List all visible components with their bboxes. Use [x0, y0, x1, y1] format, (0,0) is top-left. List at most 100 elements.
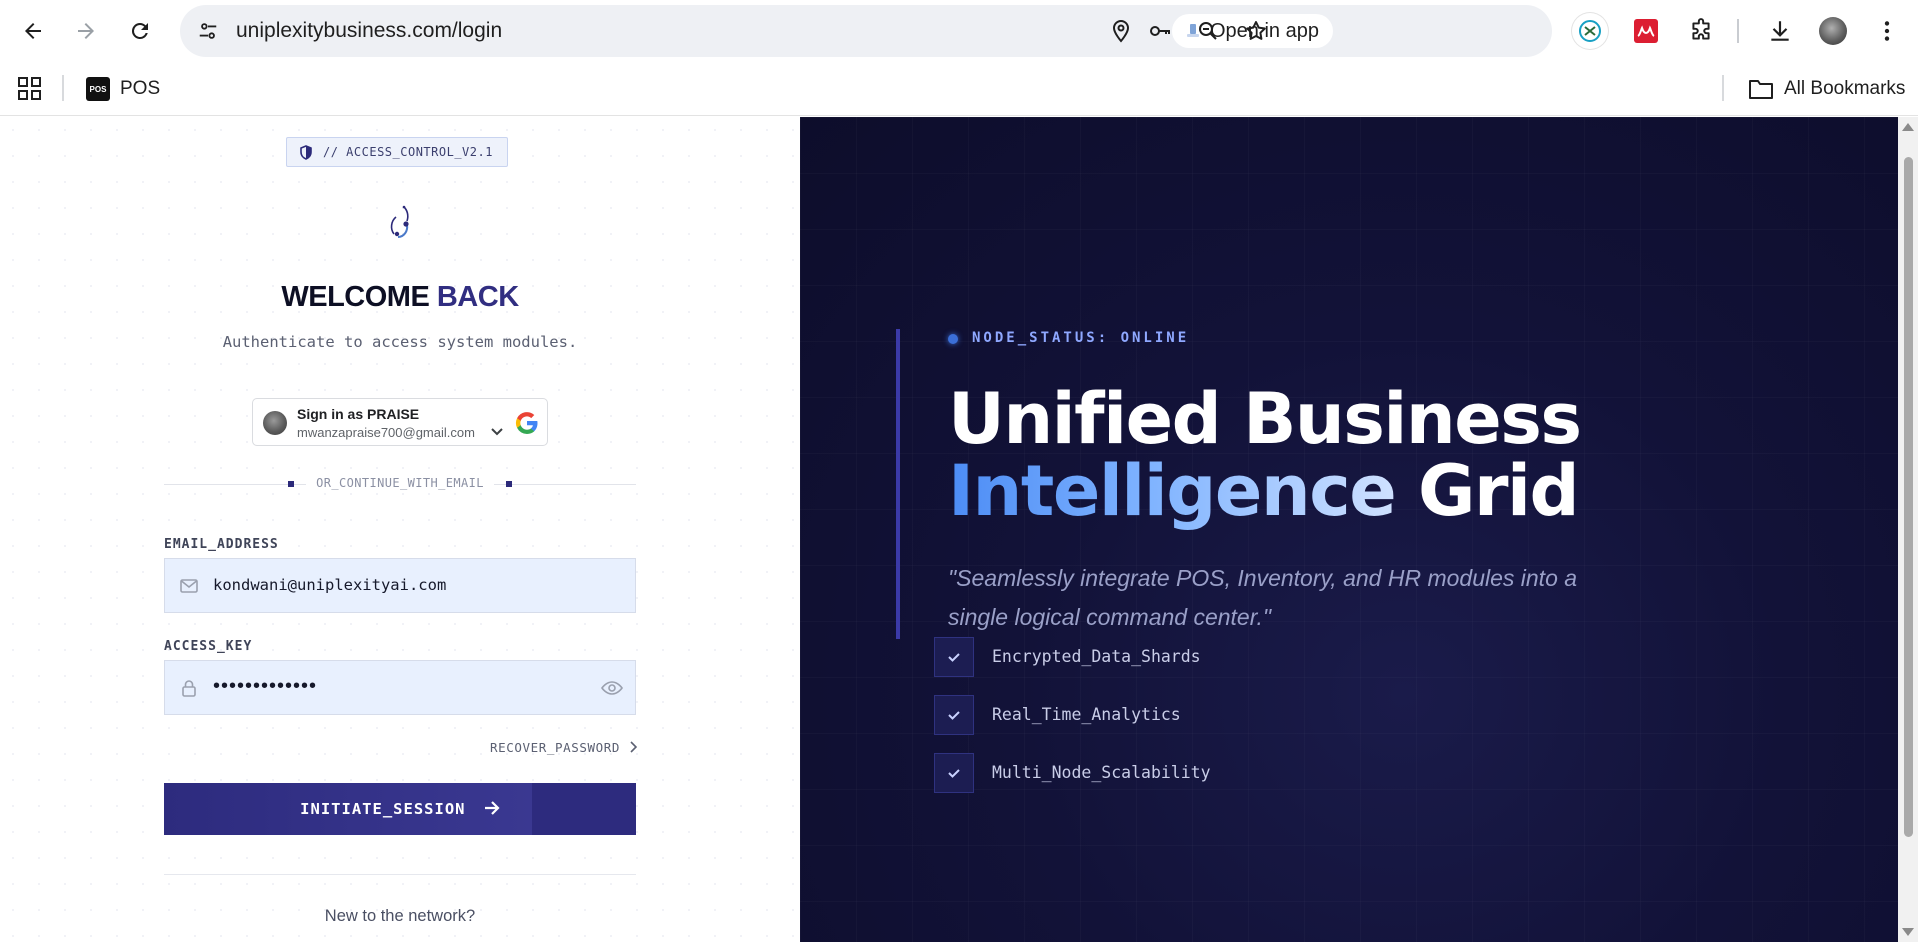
page-subtitle: Authenticate to access system modules.	[222, 333, 578, 351]
access-control-text: // ACCESS_CONTROL_V2.1	[323, 145, 493, 159]
avatar	[263, 411, 287, 435]
profile-avatar[interactable]	[1815, 13, 1851, 49]
password-label: ACCESS_KEY	[164, 639, 253, 654]
initiate-session-button[interactable]: INITIATE_SESSION	[164, 783, 636, 835]
welcome-accent-text: BACK	[436, 281, 519, 313]
headline-rest: Grid	[1395, 450, 1580, 532]
hero-headline: Unified Business Intelligence Grid	[948, 378, 1582, 527]
hero-accent-bar	[896, 329, 900, 639]
bookmarks-bar: POS POS All Bookmarks	[0, 62, 1918, 116]
node-status-text: NODE_STATUS: ONLINE	[972, 330, 1190, 346]
menu-icon	[1884, 21, 1890, 41]
headline-line-2: Intelligence Grid	[948, 455, 1581, 527]
check-icon	[948, 711, 960, 720]
bookmark-pos[interactable]: POS POS	[86, 74, 160, 104]
toolbar-separator	[1737, 19, 1739, 43]
google-account-name: Sign in as PRAISE	[297, 406, 420, 422]
eye-icon[interactable]	[601, 678, 623, 698]
all-bookmarks-button[interactable]: All Bookmarks	[1748, 74, 1905, 104]
folder-icon	[1749, 80, 1773, 99]
back-button[interactable]	[15, 13, 51, 49]
check-icon	[948, 653, 960, 662]
extension-logo-icon	[1579, 20, 1601, 42]
access-control-badge: // ACCESS_CONTROL_V2.1	[286, 137, 508, 167]
forward-icon	[78, 23, 94, 39]
location-button[interactable]	[1107, 17, 1135, 45]
browser-menu-button[interactable]	[1869, 13, 1905, 49]
google-account-email: mwanzapraise700@gmail.com	[297, 425, 475, 440]
pos-favicon-icon: POS	[86, 77, 110, 101]
reload-icon	[131, 22, 148, 39]
site-info-icon	[199, 23, 217, 39]
new-to-network-text: New to the network?	[324, 907, 476, 925]
url-text[interactable]: uniplexitybusiness.com/login	[236, 19, 502, 43]
hero-quote: "Seamlessly integrate POS, Inventory, an…	[948, 559, 1598, 637]
feature-label: Real_Time_Analytics	[992, 705, 1181, 724]
extensions-button[interactable]	[1683, 13, 1719, 49]
extension-mendeley[interactable]	[1628, 13, 1664, 49]
feature-label: Multi_Node_Scalability	[992, 763, 1211, 782]
bookmark-separator	[1722, 75, 1724, 101]
password-key-button[interactable]	[1146, 17, 1174, 45]
scroll-down-arrow-icon[interactable]	[1902, 928, 1914, 936]
mendeley-icon	[1634, 19, 1658, 43]
recover-password-label: RECOVER_PASSWORD	[490, 740, 621, 755]
reload-button[interactable]	[122, 13, 158, 49]
headline-line-1: Unified Business	[948, 378, 1582, 460]
google-logo-icon	[515, 412, 538, 435]
scroll-thumb[interactable]	[1904, 157, 1913, 837]
arrow-right-icon	[484, 801, 500, 815]
submit-label: INITIATE_SESSION	[300, 800, 466, 818]
feature-check-box	[934, 695, 974, 735]
browser-toolbar: uniplexitybusiness.com/login Open in app	[0, 0, 1918, 62]
page-title: WELCOME BACK	[0, 281, 800, 314]
all-bookmarks-label: All Bookmarks	[1784, 78, 1906, 99]
password-field[interactable]: •••••••••••••	[164, 660, 636, 715]
downloads-button[interactable]	[1762, 13, 1798, 49]
chevron-right-icon	[630, 741, 638, 753]
feature-check-box	[934, 637, 974, 677]
headline-gradient-word: Intelligence	[948, 450, 1397, 532]
shield-icon	[300, 145, 312, 160]
recover-password-link[interactable]: RECOVER_PASSWORD	[490, 740, 638, 755]
page-viewport: // ACCESS_CONTROL_V2.1 WELCOME BACK Auth…	[0, 117, 1918, 942]
hero-panel: NODE_STATUS: ONLINE Unified Business Int…	[800, 117, 1898, 942]
download-icon	[1771, 21, 1789, 41]
key-icon	[1150, 26, 1170, 36]
divider-label: OR_CONTINUE_WITH_EMAIL	[0, 476, 800, 490]
bookmark-label: POS	[120, 78, 161, 99]
check-icon	[948, 769, 960, 778]
page-scrollbar[interactable]	[1898, 117, 1918, 942]
bookmark-separator	[62, 75, 64, 101]
apps-icon[interactable]	[16, 75, 44, 103]
site-info-button[interactable]	[192, 15, 224, 47]
quote-line-1: "Seamlessly integrate POS, Inventory, an…	[948, 565, 1578, 591]
extension-perplexity[interactable]	[1572, 13, 1608, 49]
zoom-icon	[1199, 22, 1217, 40]
logo-icon	[390, 205, 409, 238]
avatar	[1819, 17, 1847, 45]
feature-label: Encrypted_Data_Shards	[992, 647, 1201, 666]
mail-icon	[180, 579, 198, 593]
welcome-text: WELCOME	[281, 281, 430, 313]
lock-icon	[182, 680, 196, 697]
scroll-up-arrow-icon[interactable]	[1902, 123, 1914, 131]
email-value: kondwani@uniplexityai.com	[213, 576, 447, 594]
divider-line	[164, 874, 636, 875]
email-field[interactable]: kondwani@uniplexityai.com	[164, 558, 636, 613]
location-icon	[1112, 19, 1130, 43]
quote-line-2: single logical command center."	[948, 604, 1272, 630]
chevron-down-icon[interactable]	[491, 427, 503, 437]
forward-button[interactable]	[68, 13, 104, 49]
feature-check-box	[934, 753, 974, 793]
address-bar[interactable]: uniplexitybusiness.com/login Open in app	[180, 5, 1552, 57]
email-label: EMAIL_ADDRESS	[164, 537, 279, 552]
status-dot	[948, 334, 958, 344]
back-icon	[25, 23, 41, 39]
extension-icon	[1692, 18, 1710, 40]
password-value: •••••••••••••	[213, 675, 318, 697]
zoom-button[interactable]	[1194, 17, 1222, 45]
google-sign-in-button[interactable]: Sign in as PRAISE mwanzapraise700@gmail.…	[252, 398, 548, 446]
bookmark-star-button[interactable]	[1242, 17, 1270, 45]
star-icon	[1246, 21, 1266, 40]
